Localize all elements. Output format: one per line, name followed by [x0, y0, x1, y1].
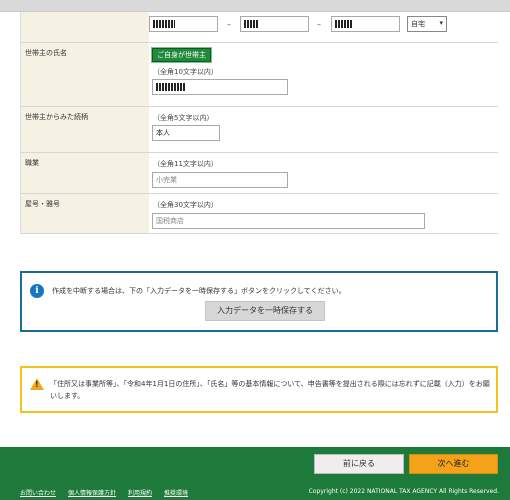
occupation-hint: （全角11文字以内）	[153, 160, 218, 168]
phone-label	[21, 12, 149, 42]
self-is-householder-button[interactable]: ご自身が世帯主	[152, 48, 211, 62]
phone-row: – – 自宅 ▾	[21, 12, 498, 43]
occupation-input[interactable]: 小売業	[152, 172, 288, 188]
relationship-hint: （全角5文字以内）	[153, 114, 214, 122]
redacted-mark	[244, 20, 258, 28]
back-button[interactable]: 前に戻る	[314, 454, 404, 474]
next-button[interactable]: 次へ進む	[409, 454, 498, 474]
householder-name-hint: （全角10文字以内）	[153, 68, 218, 76]
phone-type-select[interactable]: 自宅 ▾	[407, 16, 447, 32]
copyright-text: Copyright (c) 2022 NATIONAL TAX AGENCY A…	[308, 488, 499, 495]
householder-name-row: 世帯主の氏名 ご自身が世帯主 （全角10文字以内）	[21, 43, 498, 107]
relationship-input[interactable]: 本人	[152, 125, 220, 141]
basic-info-form: – – 自宅 ▾ 世帯主の氏名 ご自身が世帯主 （全角10文字以内） 世帯主から…	[20, 12, 498, 234]
redacted-mark	[156, 83, 186, 91]
phone-type-value: 自宅	[411, 20, 425, 28]
warning-text: 「住所又は事業所等」、「令和4年1月1日の住所」、「氏名」等の基本情報について、…	[50, 380, 490, 400]
householder-name-label: 世帯主の氏名	[21, 43, 149, 106]
basic-info-warning-box: ! 「住所又は事業所等」、「令和4年1月1日の住所」、「氏名」等の基本情報につい…	[20, 366, 498, 413]
phone-dash-1: –	[227, 20, 231, 29]
trade-name-hint: （全角30文字以内）	[153, 201, 218, 209]
relationship-label: 世帯主からみた続柄	[21, 107, 149, 152]
trade-name-label: 屋号・雅号	[21, 194, 149, 233]
occupation-row: 職業 （全角11文字以内） 小売業	[21, 153, 498, 194]
phone-dash-2: –	[317, 20, 321, 29]
redacted-mark	[335, 20, 353, 28]
footer-link-terms[interactable]: 利用規約	[128, 488, 152, 497]
occupation-label: 職業	[21, 153, 149, 193]
footer-links: お問い合わせ 個人情報保護方針 利用規約 推奨環境	[20, 488, 188, 497]
phone-part1-input[interactable]	[149, 16, 218, 32]
phone-values: – – 自宅 ▾	[149, 12, 498, 42]
householder-name-input[interactable]	[152, 79, 288, 95]
phone-part3-input[interactable]	[331, 16, 400, 32]
householder-name-values: ご自身が世帯主 （全角10文字以内）	[149, 43, 498, 106]
occupation-values: （全角11文字以内） 小売業	[149, 153, 498, 193]
phone-part2-input[interactable]	[240, 16, 309, 32]
save-info-text: 作成を中断する場合は、下の「入力データを一時保存する」ボタンをクリックしてくださ…	[52, 287, 346, 295]
footer-link-environment[interactable]: 推奨環境	[164, 488, 188, 497]
top-scroll-strip	[0, 0, 510, 12]
footer-bar: 前に戻る 次へ進む お問い合わせ 個人情報保護方針 利用規約 推奨環境 Copy…	[0, 447, 510, 500]
trade-name-row: 屋号・雅号 （全角30文字以内） 国税商店	[21, 194, 498, 234]
redacted-mark	[153, 20, 175, 28]
relationship-row: 世帯主からみた続柄 （全角5文字以内） 本人	[21, 107, 498, 153]
chevron-down-icon: ▾	[439, 19, 443, 27]
warning-icon-glyph: !	[35, 380, 39, 389]
footer-link-contact[interactable]: お問い合わせ	[20, 488, 56, 497]
trade-name-input[interactable]: 国税商店	[152, 213, 425, 229]
save-temp-data-button[interactable]: 入力データを一時保存する	[205, 301, 325, 321]
trade-name-values: （全角30文字以内） 国税商店	[149, 194, 498, 233]
info-icon: i	[30, 284, 44, 298]
relationship-values: （全角5文字以内） 本人	[149, 107, 498, 152]
save-info-box: i 作成を中断する場合は、下の「入力データを一時保存する」ボタンをクリックしてく…	[20, 271, 498, 332]
warning-icon: !	[30, 378, 44, 390]
footer-link-privacy[interactable]: 個人情報保護方針	[68, 488, 116, 497]
